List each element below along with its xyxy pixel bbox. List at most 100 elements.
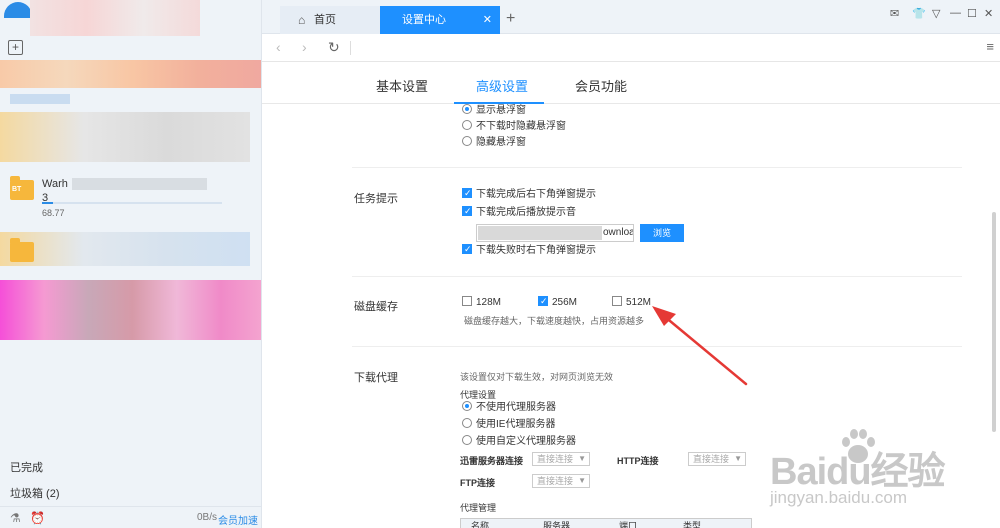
scrollbar[interactable] [992,212,996,432]
checkbox[interactable] [538,294,548,308]
flask-icon[interactable]: ⚗ [10,511,21,525]
maximize-icon[interactable]: ☐ [967,7,977,20]
proxy-settings-label: 代理设置 [460,390,497,400]
blurred-region [72,178,207,190]
radio-button[interactable] [462,120,472,130]
divider [350,41,351,55]
float-option-hide[interactable]: 隐藏悬浮窗 [462,136,526,150]
accelerate-link[interactable]: 会员加速 [218,512,258,527]
proxy-hint: 该设置仅对下载生效，对网页浏览无效 [460,372,614,382]
section-divider [352,276,962,277]
proxy-option-custom[interactable]: 使用自定义代理服务器 [462,435,576,449]
back-icon[interactable]: ‹ [276,39,281,55]
sidebar: + BT Warh 3 68.77 已完成 垃圾箱 (2) ⚗ ⏰ 0B/s 会… [0,0,262,528]
close-tab-icon[interactable]: ✕ [483,6,492,34]
proxy-option-ie[interactable]: 使用IE代理服务器 [462,418,555,432]
red-arrow-annotation [652,306,748,386]
section-label-disk-cache: 磁盘缓存 [354,301,398,313]
ftp-connection-label: FTP连接 [460,478,495,488]
sidebar-footer: ⚗ ⏰ 0B/s 会员加速 [0,506,261,528]
minimize-icon[interactable]: — [950,7,961,19]
blurred-region [30,0,200,36]
task-progress [42,202,222,204]
proxy-table-header: 名称 服务器 端口 类型 [460,518,752,528]
checkbox[interactable] [612,296,622,306]
trash-nav[interactable]: 垃圾箱 (2) [10,485,60,501]
tab-bar: ⌂ 首页 设置中心 ✕ + ✉ 👕 ▽ — ☐ ✕ [262,0,1000,34]
table-header-type: 类型 [683,521,702,528]
radio-button[interactable] [462,418,472,428]
section-label-task-prompt: 任务提示 [354,193,398,205]
download-speed: 0B/s [197,512,218,523]
chevron-down-icon: ▼ [578,476,586,485]
tab-member-features[interactable]: 会员功能 [575,76,627,95]
watermark-url: jingyan.baidu.com [770,488,908,507]
cache-option-256m[interactable]: 256M [538,294,577,310]
cache-hint: 磁盘缓存越大，下载速度越快，占用资源越多 [464,316,645,326]
skin-icon[interactable]: 👕 [912,7,926,20]
task-name: Warh [42,178,68,190]
tab-settings-label: 设置中心 [402,14,446,26]
prompt-complete-sound[interactable]: 下载完成后播放提示音 [462,204,576,220]
tab-settings-center[interactable]: 设置中心 ✕ [380,6,500,34]
radio-button[interactable] [462,136,472,146]
radio-button[interactable] [462,435,472,445]
proxy-option-none[interactable]: 不使用代理服务器 [462,401,556,415]
new-tab-button[interactable]: + [506,10,515,28]
radio-button[interactable] [462,401,472,411]
prompt-complete-popup[interactable]: 下载完成后右下角弹窗提示 [462,186,596,202]
table-header-port: 端口 [619,521,638,528]
chevron-down-icon: ▼ [578,454,586,463]
sound-path-input[interactable]: ownloa [476,224,634,242]
radio-button[interactable] [462,104,472,114]
menu-dropdown-icon[interactable]: ▽ [932,7,940,20]
close-icon[interactable]: ✕ [984,7,993,20]
tab-basic-settings[interactable]: 基本设置 [376,76,428,95]
checkbox[interactable] [462,296,472,306]
address-bar: ‹ › ↻ ≡ [262,34,1000,62]
xunlei-connection-label: 迅雷服务器连接 [460,456,524,466]
http-connection-label: HTTP连接 [617,456,659,466]
ftp-connection-select[interactable]: 直接连接 ▼ [532,474,590,488]
checkbox[interactable] [462,186,472,200]
list-item[interactable]: BT Warh 3 68.77 [0,172,261,228]
proxy-manage-label: 代理管理 [460,503,497,513]
table-header-server: 服务器 [543,521,571,528]
bt-badge: BT [12,186,22,193]
refresh-icon[interactable]: ↻ [328,39,340,56]
home-icon: ⌂ [298,13,306,27]
browse-button[interactable]: 浏览 [640,224,684,242]
hamburger-menu-icon[interactable]: ≡ [986,39,994,54]
task-size: 68.77 [42,208,65,218]
settings-tabs: 基本设置 高级设置 会员功能 [262,62,1000,104]
checkbox[interactable] [462,204,472,218]
section-divider [352,167,962,168]
blurred-region [478,226,602,240]
list-item[interactable] [0,234,261,290]
xunlei-connection-select[interactable]: 直接连接 ▼ [532,452,590,466]
app-logo [4,2,32,18]
new-task-icon[interactable]: + [8,40,23,55]
watermark-brand: Baidu经验 [770,451,946,493]
baidu-watermark: Baidu经验 jingyan.baidu.com [770,429,990,520]
table-header-name: 名称 [471,521,490,528]
tab-home[interactable]: ⌂ 首页 [280,6,380,34]
blurred-region [0,112,250,162]
tab-advanced-settings[interactable]: 高级设置 [476,76,528,95]
prompt-fail-popup[interactable]: 下载失败时右下角弹窗提示 [462,242,596,258]
blurred-region [10,94,70,104]
forward-icon[interactable]: › [302,39,307,55]
http-connection-select[interactable]: 直接连接 ▼ [688,452,746,466]
float-option-show[interactable]: 显示悬浮窗 [462,104,526,118]
float-option-hide-idle[interactable]: 不下载时隐藏悬浮窗 [462,120,566,134]
section-label-proxy: 下载代理 [354,372,398,384]
cache-option-128m[interactable]: 128M [462,296,501,310]
completed-nav[interactable]: 已完成 [10,459,43,475]
tab-home-label: 首页 [314,14,336,26]
checkbox[interactable] [462,242,472,256]
clock-icon[interactable]: ⏰ [30,511,45,525]
blurred-region [0,60,261,88]
folder-icon [10,238,34,262]
chevron-down-icon: ▼ [734,454,742,463]
message-icon[interactable]: ✉ [890,7,899,20]
